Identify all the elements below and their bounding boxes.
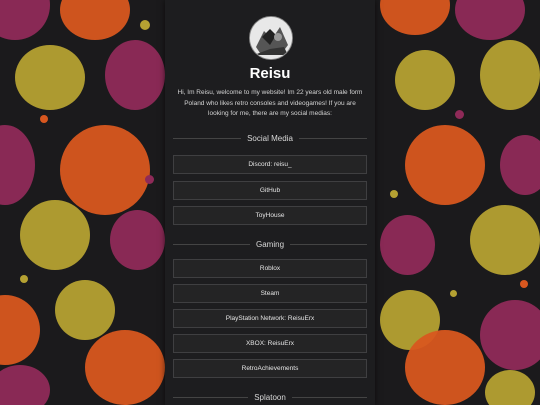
link-roblox[interactable]: Roblox bbox=[173, 259, 367, 278]
link-retroachievements[interactable]: RetroAchievements bbox=[173, 359, 367, 378]
link-xbox[interactable]: XBOX: ReisuErx bbox=[173, 334, 367, 353]
divider bbox=[290, 243, 368, 245]
divider bbox=[298, 137, 367, 139]
section-title: Splatoon bbox=[254, 392, 286, 402]
avatar-image bbox=[250, 17, 292, 59]
link-playstation-network[interactable]: PlayStation Network: ReisuErx bbox=[173, 309, 367, 328]
divider bbox=[173, 137, 242, 139]
section-header-splatoon: Splatoon bbox=[173, 391, 367, 403]
section-header-gaming: Gaming bbox=[173, 238, 368, 250]
link-discord[interactable]: Discord: reisu_ bbox=[173, 155, 367, 174]
link-toyhouse[interactable]: ToyHouse bbox=[173, 206, 367, 225]
link-github[interactable]: GitHub bbox=[173, 181, 367, 200]
divider bbox=[173, 396, 249, 398]
section-header-social-media: Social Media bbox=[173, 132, 367, 144]
divider bbox=[291, 396, 367, 398]
profile-name: Reisu bbox=[249, 65, 291, 82]
profile-bio: Hi, Im Reisu, welcome to my website! Im … bbox=[177, 89, 363, 117]
section-title: Gaming bbox=[256, 239, 285, 249]
link-steam[interactable]: Steam bbox=[173, 284, 367, 303]
section-title: Social Media bbox=[247, 133, 293, 143]
profile-panel: Reisu Hi, Im Reisu, welcome to my websit… bbox=[165, 0, 375, 405]
avatar bbox=[249, 16, 293, 60]
divider bbox=[173, 243, 250, 245]
